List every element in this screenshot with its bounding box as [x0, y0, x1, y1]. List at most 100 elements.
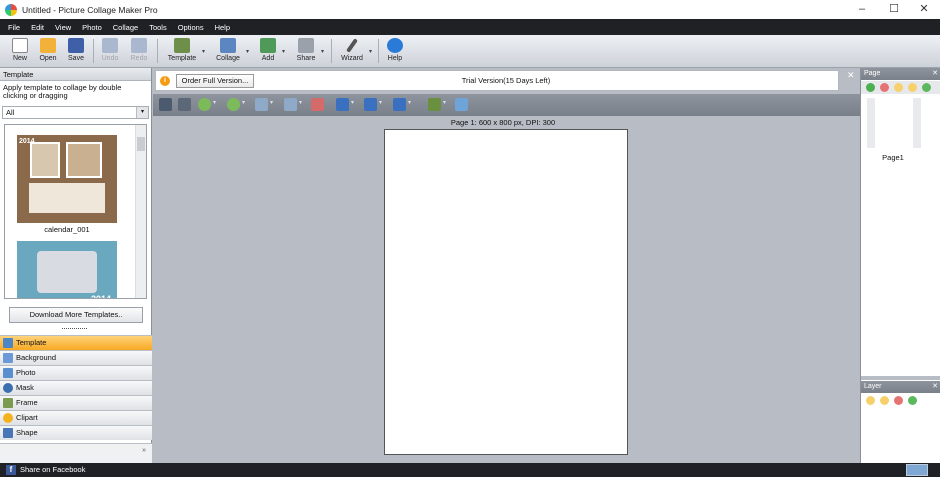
wizard-button[interactable]: Wizard: [338, 37, 366, 62]
page-panel-title: Page: [864, 70, 881, 77]
workspace: i Order Full Version... Trial Version(15…: [153, 68, 860, 463]
dropdown-arrow[interactable]: ▾: [351, 99, 354, 106]
edit-toolbar: ▾ ▾ ▾ ▾ ▾ ▾ ▾ ▾: [153, 94, 860, 116]
page-tools: [861, 81, 940, 94]
scrollbar-thumb[interactable]: [137, 137, 145, 151]
close-icon[interactable]: ✕: [932, 68, 938, 80]
dropdown-arrow[interactable]: ▾: [408, 99, 411, 106]
refresh-icon[interactable]: [908, 396, 917, 405]
title-bar: Untitled - Picture Collage Maker Pro – ☐…: [0, 0, 940, 19]
menu-options[interactable]: Options: [178, 23, 204, 32]
flip-icon[interactable]: [284, 98, 297, 111]
menu-help[interactable]: Help: [215, 23, 230, 32]
share-dropdown-arrow[interactable]: ▾: [321, 48, 324, 55]
move-down-icon[interactable]: [908, 83, 917, 92]
template-dropdown-arrow[interactable]: ▾: [202, 48, 205, 55]
nav-label: Clipart: [16, 413, 38, 422]
dropdown-arrow[interactable]: ▾: [270, 99, 273, 106]
size-icon[interactable]: [393, 98, 406, 111]
template-filter-select[interactable]: All ▾: [2, 106, 149, 119]
collage-dropdown-arrow[interactable]: ▾: [246, 48, 249, 55]
download-templates-button[interactable]: Download More Templates..: [9, 307, 143, 323]
nav-clipart[interactable]: Clipart: [0, 410, 152, 425]
dropdown-arrow[interactable]: ▾: [379, 99, 382, 106]
collage-button[interactable]: Collage: [213, 37, 243, 62]
folder-icon: [40, 38, 56, 53]
page-thumbnail-label[interactable]: Page1: [871, 153, 915, 162]
delete-icon[interactable]: [311, 98, 324, 111]
monitor-icon[interactable]: [906, 464, 928, 476]
dropdown-arrow[interactable]: ▾: [213, 99, 216, 106]
delete-layer-icon[interactable]: [894, 396, 903, 405]
menu-photo[interactable]: Photo: [82, 23, 102, 32]
add-dropdown-arrow[interactable]: ▾: [282, 48, 285, 55]
save-button[interactable]: Save: [64, 37, 88, 62]
share-facebook-link[interactable]: Share on Facebook: [20, 465, 85, 474]
effects-icon[interactable]: [428, 98, 441, 111]
toolbar-separator: [93, 39, 94, 63]
minimize-button[interactable]: –: [846, 0, 878, 19]
maximize-button[interactable]: ☐: [878, 0, 910, 19]
add-button[interactable]: Add: [256, 37, 280, 62]
wizard-dropdown-arrow[interactable]: ▾: [369, 48, 372, 55]
chevron-down-icon[interactable]: ▾: [136, 107, 148, 118]
filter-value: All: [6, 108, 15, 117]
undo-label: Undo: [101, 55, 119, 62]
align-icon[interactable]: [336, 98, 349, 111]
bring-forward-icon[interactable]: [198, 98, 211, 111]
menu-collage[interactable]: Collage: [113, 23, 138, 32]
collage-canvas[interactable]: [384, 129, 628, 455]
nav-shape[interactable]: Shape: [0, 425, 152, 440]
dropdown-arrow[interactable]: ▾: [443, 99, 446, 106]
menu-file[interactable]: File: [8, 23, 20, 32]
share-button[interactable]: Share: [293, 37, 319, 62]
add-page-icon[interactable]: [866, 83, 875, 92]
toolbar-separator: [157, 39, 158, 63]
splitter-grip[interactable]: [62, 328, 87, 332]
template-panel: Template Apply template to collage by do…: [0, 68, 152, 463]
open-button[interactable]: Open: [36, 37, 60, 62]
template-thumbnail[interactable]: 2014: [17, 241, 117, 298]
send-backward-icon[interactable]: [227, 98, 240, 111]
nav-template[interactable]: Template: [0, 335, 152, 350]
dropdown-arrow[interactable]: ▾: [242, 99, 245, 106]
dropdown-arrow[interactable]: ▾: [299, 99, 302, 106]
panel-splitter[interactable]: [861, 376, 940, 380]
nav-background[interactable]: Background: [0, 350, 152, 365]
template-thumbnail[interactable]: 2014: [17, 135, 117, 223]
floppy-disk-icon: [68, 38, 84, 53]
nav-more-button[interactable]: »: [0, 443, 152, 463]
crop-icon[interactable]: [178, 98, 191, 111]
new-button[interactable]: New: [8, 37, 32, 62]
template-list-scrollbar[interactable]: [135, 125, 146, 298]
order-full-version-button[interactable]: Order Full Version...: [176, 74, 254, 88]
help-button[interactable]: Help: [384, 37, 406, 62]
calendar-grid: [29, 183, 105, 213]
template-icon: [174, 38, 190, 53]
app-icon: [5, 3, 17, 16]
nav-photo[interactable]: Photo: [0, 365, 152, 380]
menu-view[interactable]: View: [55, 23, 71, 32]
layer-down-icon[interactable]: [880, 396, 889, 405]
nav-frame[interactable]: Frame: [0, 395, 152, 410]
close-button[interactable]: ✕: [908, 0, 940, 19]
menu-edit[interactable]: Edit: [31, 23, 44, 32]
user-icon[interactable]: [159, 98, 172, 111]
trial-close-icon[interactable]: ✕: [847, 70, 855, 81]
delete-page-icon[interactable]: [880, 83, 889, 92]
template-button[interactable]: Template: [165, 37, 199, 62]
template-label: Template: [167, 55, 197, 62]
move-up-icon[interactable]: [894, 83, 903, 92]
close-icon[interactable]: ✕: [932, 381, 938, 393]
layer-up-icon[interactable]: [866, 396, 875, 405]
menu-tools[interactable]: Tools: [149, 23, 167, 32]
redo-button[interactable]: Redo: [127, 37, 151, 62]
distribute-icon[interactable]: [364, 98, 377, 111]
zoom-icon[interactable]: [455, 98, 468, 111]
share-label: Share: [296, 55, 316, 62]
undo-button[interactable]: Undo: [98, 37, 122, 62]
refresh-icon[interactable]: [922, 83, 931, 92]
nav-mask[interactable]: Mask: [0, 380, 152, 395]
template-list[interactable]: 2014 calendar_001 2014: [4, 124, 147, 299]
rotate-icon[interactable]: [255, 98, 268, 111]
